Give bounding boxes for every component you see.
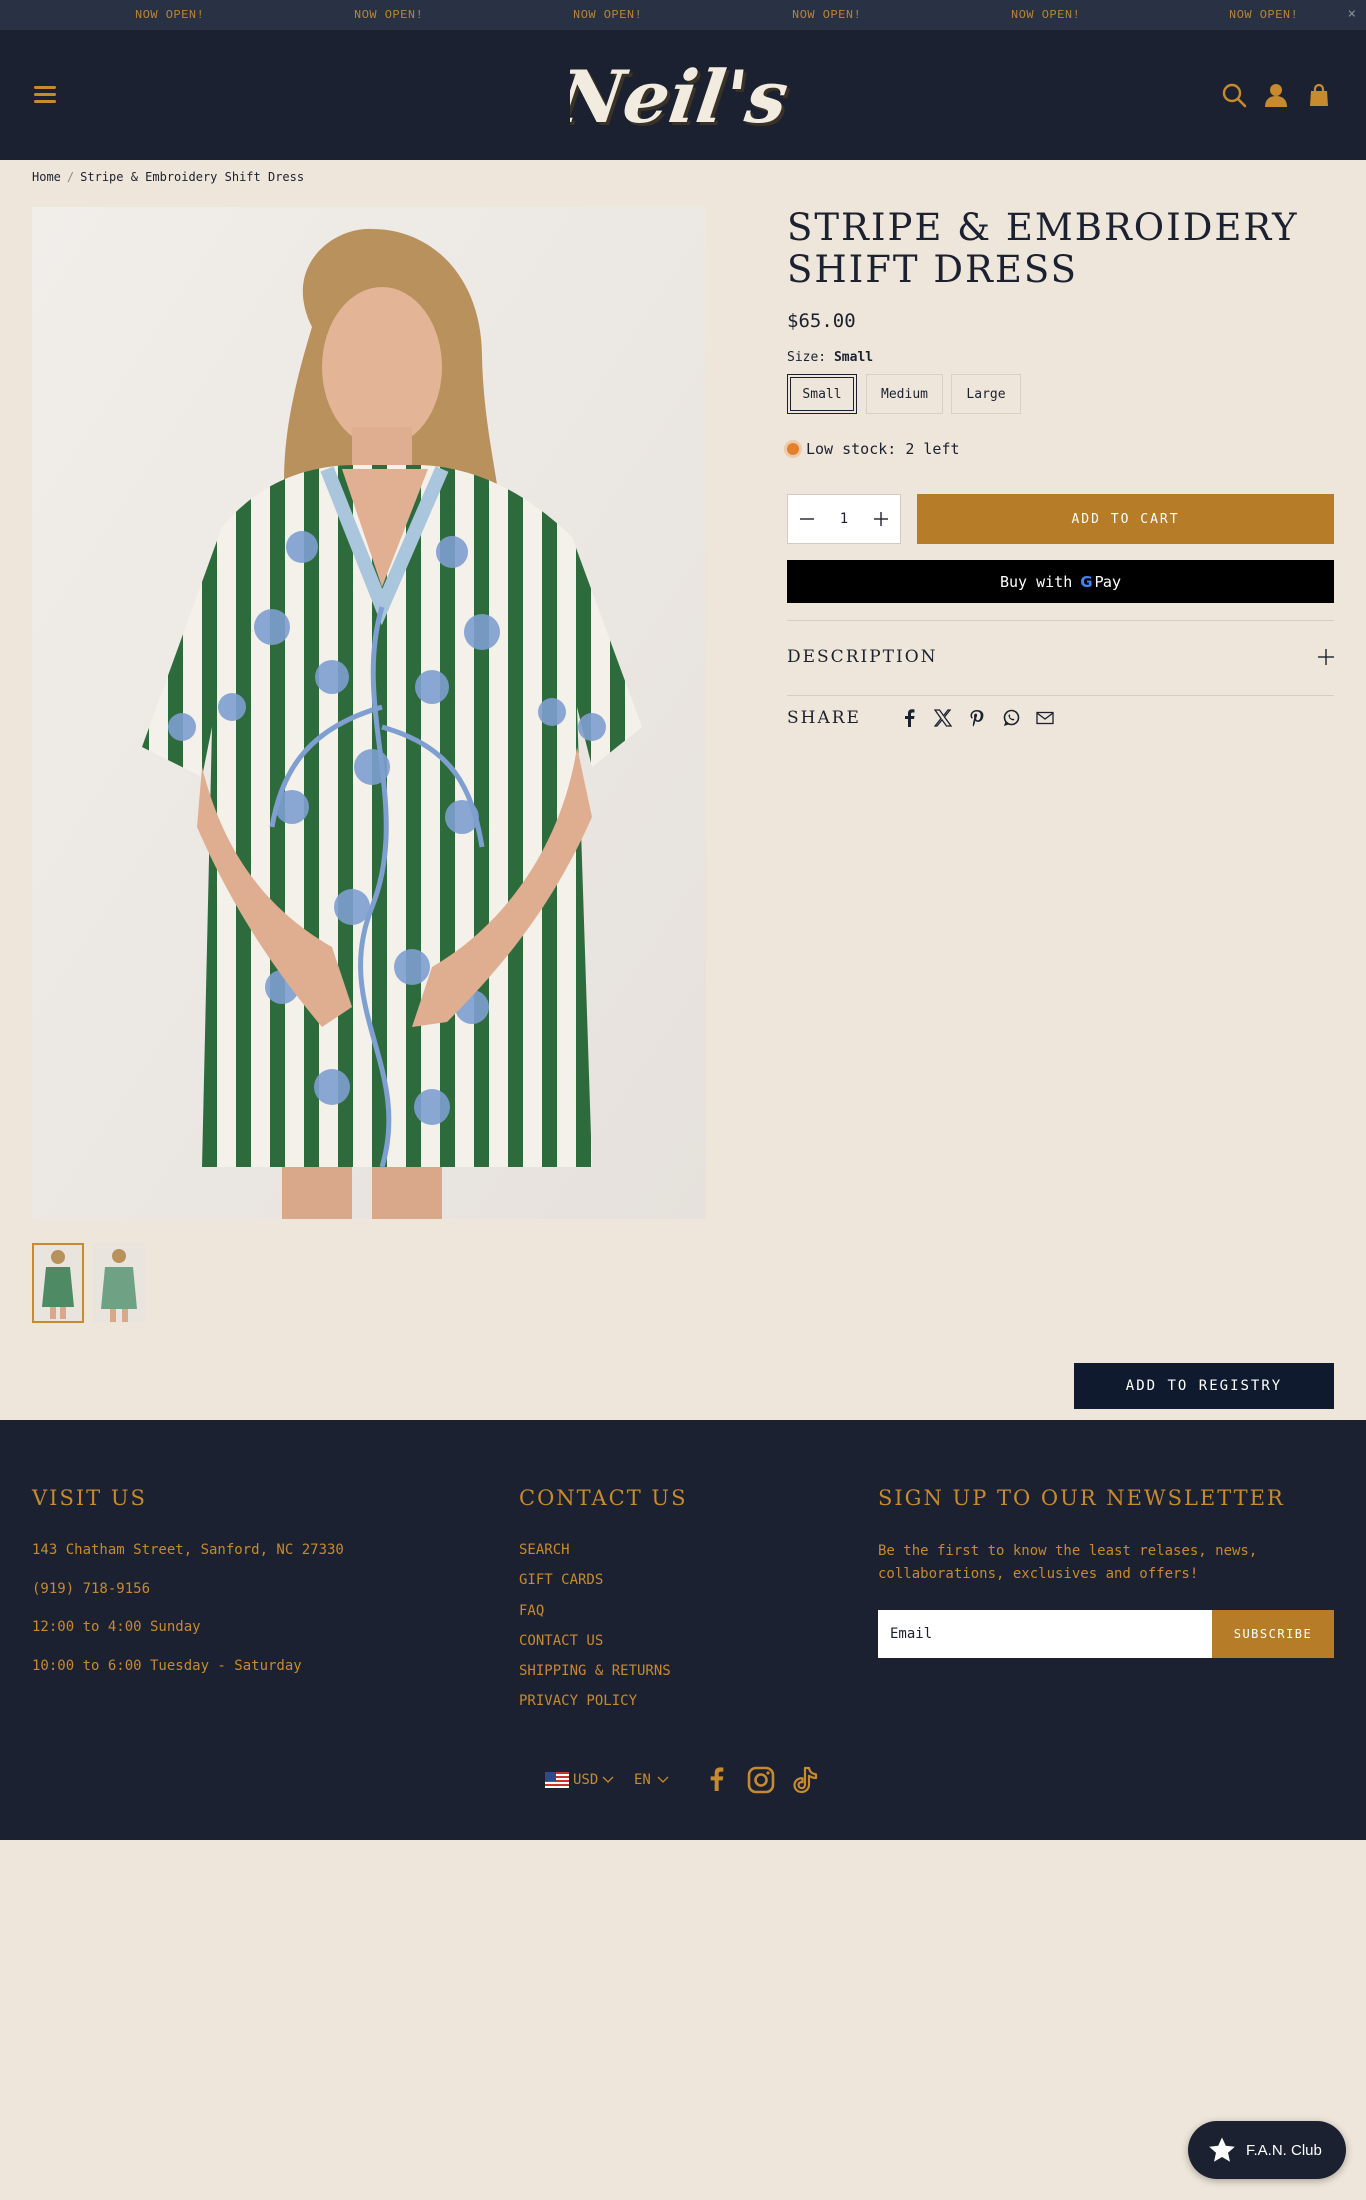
cart-icon[interactable] <box>1306 82 1332 108</box>
stock-status: Low stock: 2 left <box>787 440 960 458</box>
logo-wordmark: Neil's Neil's <box>550 55 796 143</box>
announcement-message: NOW OPEN! <box>354 8 424 22</box>
product-thumbnail[interactable] <box>32 1243 84 1323</box>
quantity-decrease-button[interactable] <box>788 495 826 543</box>
fan-club-button[interactable]: F.A.N. Club <box>1188 2121 1346 2179</box>
product-main-image[interactable] <box>32 207 706 1219</box>
footer-link-contact-us[interactable]: CONTACT US <box>519 1633 603 1649</box>
language-label: EN <box>634 1772 651 1788</box>
plus-icon <box>874 512 888 526</box>
quantity-stepper: 1 <box>787 494 901 544</box>
announcement-message: NOW OPEN! <box>1229 8 1299 22</box>
add-to-cart-button[interactable]: ADD TO CART <box>917 494 1334 544</box>
description-label: DESCRIPTION <box>787 647 938 667</box>
announcement-message: NOW OPEN! <box>792 8 862 22</box>
footer-link-shipping-returns[interactable]: SHIPPING & RETURNS <box>519 1663 671 1679</box>
add-to-registry-button[interactable]: ADD TO REGISTRY <box>1074 1363 1334 1409</box>
announcement-close-button[interactable]: × <box>1348 6 1356 22</box>
breadcrumb-current: Stripe & Embroidery Shift Dress <box>80 170 305 184</box>
gpay-pay-label: Pay <box>1094 572 1121 591</box>
size-option-large[interactable]: Large <box>951 374 1021 414</box>
footer-link-faq[interactable]: FAQ <box>519 1603 544 1619</box>
announcement-message: NOW OPEN! <box>135 8 205 22</box>
newsletter-heading: SIGN UP TO OUR NEWSLETTER <box>878 1486 1285 1510</box>
site-header: Neil's Neil's <box>0 30 1366 160</box>
size-option-medium[interactable]: Medium <box>866 374 943 414</box>
chevron-down-icon <box>602 1776 614 1783</box>
share-label: SHARE <box>787 708 861 728</box>
tiktok-icon[interactable] <box>792 1766 818 1794</box>
language-selector[interactable]: EN <box>634 1772 669 1788</box>
announcement-message: NOW OPEN! <box>1011 8 1081 22</box>
buy-with-label: Buy with <box>999 572 1073 591</box>
svg-text:Neil's: Neil's <box>570 55 793 140</box>
newsletter-form: SUBSCRIBE <box>878 1610 1334 1658</box>
stock-indicator-icon <box>787 443 799 455</box>
description-accordion[interactable]: DESCRIPTION <box>787 640 1334 674</box>
whatsapp-icon[interactable] <box>1001 708 1021 728</box>
currency-selector[interactable]: USD <box>545 1772 614 1788</box>
footer-link-privacy-policy[interactable]: PRIVACY POLICY <box>519 1693 637 1709</box>
hours-sunday-text: 12:00 to 4:00 Sunday <box>32 1619 201 1635</box>
share-row: SHARE <box>787 708 1069 728</box>
contact-us-heading: CONTACT US <box>519 1486 688 1510</box>
subscribe-button[interactable]: SUBSCRIBE <box>1212 1610 1334 1658</box>
google-g-icon: G <box>1080 572 1093 591</box>
x-icon[interactable] <box>933 708 953 728</box>
size-option-small[interactable]: Small <box>787 374 857 414</box>
us-flag-icon <box>545 1772 569 1788</box>
fan-club-label: F.A.N. Club <box>1246 2141 1322 2159</box>
newsletter-email-input[interactable] <box>878 1610 1212 1658</box>
quantity-input[interactable]: 1 <box>829 511 859 527</box>
announcement-message: NOW OPEN! <box>573 8 643 22</box>
stock-text: Low stock: 2 left <box>806 440 960 458</box>
menu-icon[interactable] <box>34 86 56 103</box>
footer-facebook-icon[interactable] <box>708 1766 724 1792</box>
product-thumbnail[interactable] <box>93 1243 145 1323</box>
phone-text: (919) 718-9156 <box>32 1581 151 1597</box>
address-text: 143 Chatham Street, Sanford, NC 27330 <box>32 1542 344 1558</box>
visit-us-heading: VISIT US <box>32 1486 147 1510</box>
divider <box>787 695 1334 696</box>
product-title: STRIPE & EMBROIDERY SHIFT DRESS <box>787 206 1299 291</box>
breadcrumb: Home / Stripe & Embroidery Shift Dress <box>32 170 304 184</box>
selected-size-value: Small <box>833 350 874 365</box>
account-icon[interactable] <box>1263 82 1289 108</box>
announcement-bar: NOW OPEN! NOW OPEN! NOW OPEN! NOW OPEN! … <box>0 0 1366 30</box>
size-label: Size: Small <box>787 350 873 365</box>
footer-link-search[interactable]: SEARCH <box>519 1542 570 1558</box>
email-icon[interactable] <box>1035 708 1055 728</box>
plus-icon <box>1318 649 1334 665</box>
site-logo[interactable]: Neil's Neil's <box>550 38 796 150</box>
search-icon[interactable] <box>1221 82 1247 108</box>
minus-icon <box>800 518 814 520</box>
instagram-icon[interactable] <box>747 1766 775 1794</box>
newsletter-text: Be the first to know the least relases, … <box>878 1543 1258 1582</box>
quantity-increase-button[interactable] <box>862 495 900 543</box>
size-label-text: Size: <box>787 350 827 365</box>
breadcrumb-home-link[interactable]: Home <box>32 170 61 184</box>
facebook-icon[interactable] <box>899 708 919 728</box>
chevron-down-icon <box>657 1776 669 1783</box>
product-price: $65.00 <box>787 310 856 332</box>
footer-link-gift-cards[interactable]: GIFT CARDS <box>519 1572 603 1588</box>
site-footer: VISIT US 143 Chatham Street, Sanford, NC… <box>0 1420 1366 1840</box>
google-pay-button[interactable]: Buy with G Pay <box>787 560 1334 603</box>
divider <box>787 620 1334 621</box>
pinterest-icon[interactable] <box>967 708 987 728</box>
star-icon <box>1209 2137 1235 2162</box>
currency-label: USD <box>573 1772 599 1788</box>
hours-weekday-text: 10:00 to 6:00 Tuesday - Saturday <box>32 1658 302 1674</box>
breadcrumb-separator: / <box>66 170 75 184</box>
